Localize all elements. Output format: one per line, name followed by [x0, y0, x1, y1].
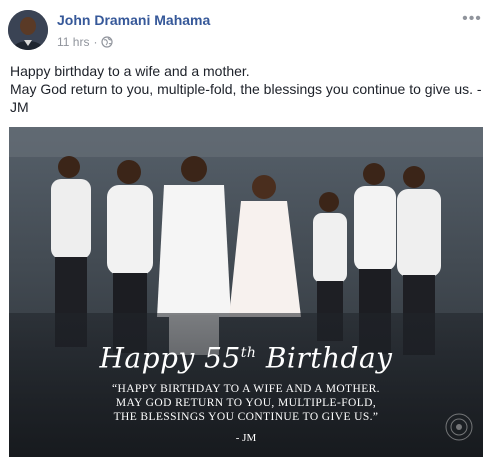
quote-line: THE BLESSINGS YOU CONTINUE TO GIVE US.”: [113, 411, 379, 424]
post-meta: 11 hrs ·: [57, 35, 114, 49]
post-text-line: JM: [10, 99, 29, 115]
post-photo[interactable]: Happy 55th Birthday “HAPPY BIRTHDAY TO A…: [9, 127, 483, 457]
meta-separator: ·: [93, 35, 98, 49]
avatar-image: [8, 10, 48, 50]
birthday-caption-overlay: Happy 55th Birthday “HAPPY BIRTHDAY TO A…: [9, 323, 483, 457]
photo-signature: - JM: [235, 432, 257, 445]
post-text-line: Happy birthday to a wife and a mother.: [10, 63, 250, 79]
more-options-icon[interactable]: •••: [461, 10, 483, 27]
birthday-quote: “HAPPY BIRTHDAY TO A WIFE AND A MOTHER. …: [9, 382, 483, 424]
author-avatar[interactable]: [8, 10, 48, 50]
post-text-line: May God return to you, multiple-fold, th…: [10, 81, 482, 97]
quote-line: MAY GOD RETURN TO YOU, MULTIPLE-FOLD,: [115, 397, 377, 410]
post-header: John Dramani Mahama 11 hrs · •••: [0, 0, 493, 58]
globe-icon[interactable]: [101, 36, 114, 48]
author-name-link[interactable]: John Dramani Mahama: [57, 12, 210, 28]
facebook-post: John Dramani Mahama 11 hrs · ••• Happy b…: [0, 0, 493, 463]
quote-line: “HAPPY BIRTHDAY TO A WIFE AND A MOTHER.: [112, 383, 380, 396]
timestamp-link[interactable]: 11 hrs: [57, 35, 89, 49]
birthday-title: Happy 55th Birthday: [99, 341, 393, 375]
post-text: Happy birthday to a wife and a mother. M…: [10, 62, 484, 116]
